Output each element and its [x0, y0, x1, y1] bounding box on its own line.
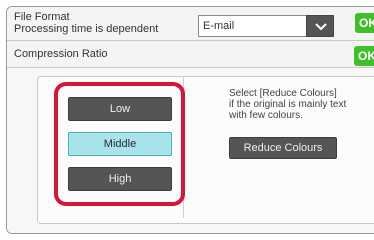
file-format-label: File Format Processing time is dependent [14, 11, 158, 35]
file-format-note: Processing time is dependent [14, 23, 159, 35]
highlight-frame: Low Middle High [54, 82, 185, 206]
chevron-down-icon [315, 23, 327, 31]
info-line-2: if the original is mainly text [229, 99, 347, 110]
compression-ratio-label: Compression Ratio [14, 48, 108, 60]
info-line-3: with few colours. [229, 110, 303, 121]
compression-content: Low Middle High Select [Reduce Colours] … [7, 68, 374, 233]
ok-button-format[interactable]: OK [355, 13, 374, 33]
file-format-row: File Format Processing time is dependent… [7, 7, 374, 41]
middle-button[interactable]: Middle [68, 132, 172, 156]
file-format-select[interactable]: E-mail [198, 15, 334, 37]
ok-button-compression[interactable]: OK [354, 46, 374, 66]
high-button[interactable]: High [68, 167, 172, 191]
file-format-title: File Format [14, 11, 70, 23]
info-line-1: Select [Reduce Colours] [229, 88, 337, 99]
low-button[interactable]: Low [68, 97, 172, 121]
file-format-value: E-mail [203, 20, 235, 32]
reduce-colours-info: Select [Reduce Colours] if the original … [229, 88, 369, 121]
settings-panel: File Format Processing time is dependent… [6, 6, 374, 234]
reduce-colours-button[interactable]: Reduce Colours [229, 137, 337, 159]
compression-ratio-row: Compression Ratio [7, 41, 374, 68]
dropdown-button[interactable] [306, 15, 334, 37]
